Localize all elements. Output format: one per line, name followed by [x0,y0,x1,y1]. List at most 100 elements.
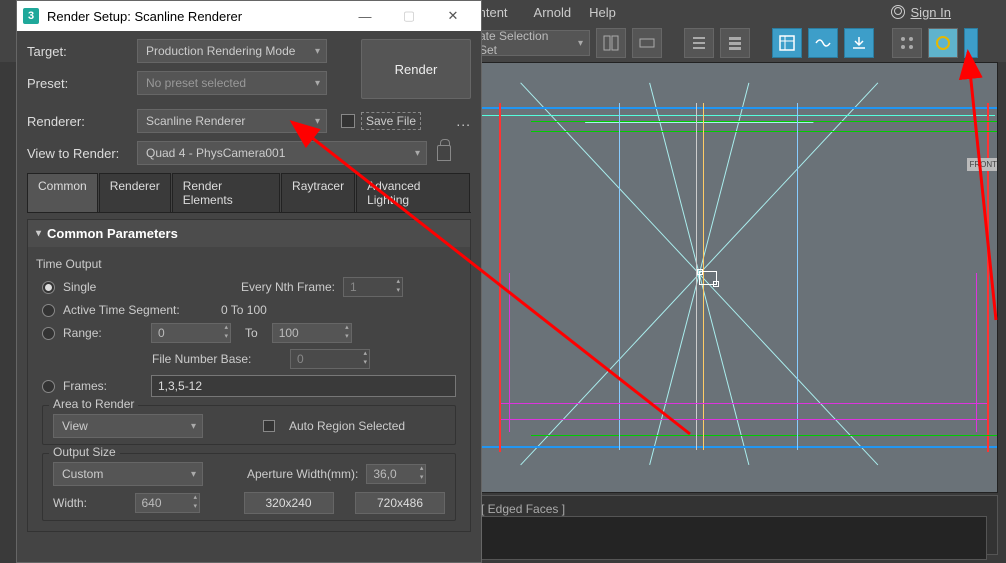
toolbar-icon-1[interactable] [596,28,626,58]
gear-icon [936,36,950,50]
area-to-render-group: Area to Render View Auto Region Selected [42,405,456,445]
tab-common[interactable]: Common [27,173,98,212]
render-setup-icon[interactable] [772,28,802,58]
close-button[interactable]: ✕ [431,1,475,31]
viewcube-front[interactable]: FRONT [967,158,998,171]
tab-raytracer[interactable]: Raytracer [281,173,355,212]
preset-320-button[interactable]: 320x240 [244,492,334,514]
file-number-base-label: File Number Base: [152,352,282,366]
tab-render-elements[interactable]: Render Elements [172,173,280,212]
menu-arnold[interactable]: Arnold [534,5,572,20]
signin-label: Sign In [911,5,951,20]
output-mode-dropdown[interactable]: Custom [53,462,203,486]
preset-label: Preset: [27,76,137,91]
viewport-shading-label[interactable]: [ Edged Faces ] [481,502,565,516]
aperture-spinner[interactable]: 36,0 [366,464,426,484]
signin-button[interactable]: Sign In [891,5,951,20]
every-nth-label: Every Nth Frame: [241,280,335,294]
preset-720-button[interactable]: 720x486 [355,492,445,514]
render-setup-dialog: 3 Render Setup: Scanline Renderer — ▢ ✕ … [16,0,482,563]
frames-input[interactable]: 1,3,5-12 [151,375,456,397]
time-output-label: Time Output [36,257,456,271]
save-file-browse[interactable]: ... [456,113,471,129]
preset-dropdown[interactable]: No preset selected [137,71,327,95]
renderer-dropdown[interactable]: Scanline Renderer [137,109,327,133]
active-segment-radio[interactable] [42,304,55,317]
area-dropdown[interactable]: View [53,414,203,438]
range-to-spinner[interactable]: 100 [272,323,352,343]
grid-line [501,403,987,404]
save-file-checkbox[interactable] [341,114,355,128]
selection-set-dropdown[interactable]: ate Selection Set [470,30,590,56]
range-radio[interactable] [42,327,55,340]
output-size-group: Output Size Custom Aperture Width(mm): 3… [42,453,456,521]
view-to-render-dropdown[interactable]: Quad 4 - PhysCamera001 [137,141,427,165]
tab-advanced-lighting[interactable]: Advanced Lighting [356,173,470,212]
grid-line [470,446,998,448]
viewport-area[interactable] [481,516,987,560]
toolbar-icon-wave[interactable] [808,28,838,58]
user-icon [891,5,905,19]
toolbar-icon-2[interactable] [632,28,662,58]
save-file-label: Save File [361,112,421,130]
auto-region-label: Auto Region Selected [289,419,405,433]
grid-line [797,103,798,450]
viewport[interactable]: FRONT [470,62,998,493]
rollout-header[interactable]: ▾ Common Parameters [28,220,470,247]
grid-line [501,419,987,420]
grid-line [470,107,998,109]
toolbar-icon-4[interactable] [720,28,750,58]
dialog-title: Render Setup: Scanline Renderer [47,9,242,24]
range-from-spinner[interactable]: 0 [151,323,231,343]
aperture-label: Aperture Width(mm): [247,467,358,481]
menu-help[interactable]: Help [589,5,616,20]
grid-line [619,103,620,450]
frames-radio[interactable] [42,380,55,393]
auto-region-checkbox[interactable] [263,420,275,432]
grid-line [509,273,510,432]
active-segment-range: 0 To 100 [221,303,267,317]
toolbar-icon-3[interactable] [684,28,714,58]
common-parameters-rollout: ▾ Common Parameters Time Output Single E… [27,219,471,532]
active-segment-label: Active Time Segment: [63,303,213,317]
renderer-label: Renderer: [27,114,137,129]
render-button[interactable]: Render [361,39,471,99]
tab-renderer[interactable]: Renderer [99,173,171,212]
output-size-title: Output Size [49,445,120,459]
target-dropdown[interactable]: Production Rendering Mode [137,39,327,63]
lock-icon[interactable] [437,145,451,161]
render-settings-gear-icon[interactable] [928,28,958,58]
width-label: Width: [53,496,127,510]
grid-line [696,103,697,450]
tab-bar: Common Renderer Render Elements Raytrace… [27,173,471,213]
file-number-base-spinner[interactable]: 0 [290,349,370,369]
grid-line [499,103,501,452]
area-to-render-title: Area to Render [49,397,138,411]
grid-line [976,273,977,432]
frames-label: Frames: [63,379,143,393]
every-nth-spinner[interactable]: 1 [343,277,403,297]
width-spinner[interactable]: 640 [135,493,200,513]
camera-frustum-lines [471,63,997,485]
grid-line [531,435,998,436]
camera-gizmo[interactable] [699,271,717,285]
single-radio[interactable] [42,281,55,294]
grid-line [987,103,989,452]
dialog-titlebar[interactable]: 3 Render Setup: Scanline Renderer — ▢ ✕ [17,1,481,31]
collapse-arrow-icon: ▾ [36,228,41,239]
toolbar-icon-end[interactable] [964,28,978,58]
app-icon: 3 [23,8,39,24]
toolbar-icon-download[interactable] [844,28,874,58]
view-to-render-label: View to Render: [27,146,137,161]
grid-line [531,131,998,132]
rollout-title: Common Parameters [47,226,178,241]
minimize-button[interactable]: — [343,1,387,31]
maximize-button: ▢ [387,1,431,31]
single-label: Single [63,280,233,294]
secondary-viewport: [ Edged Faces ] [470,495,998,555]
grid-line [531,121,998,122]
range-to-label: To [245,326,258,340]
range-label: Range: [63,326,143,340]
grid-line [473,115,995,116]
toolbar-icon-particles[interactable] [892,28,922,58]
